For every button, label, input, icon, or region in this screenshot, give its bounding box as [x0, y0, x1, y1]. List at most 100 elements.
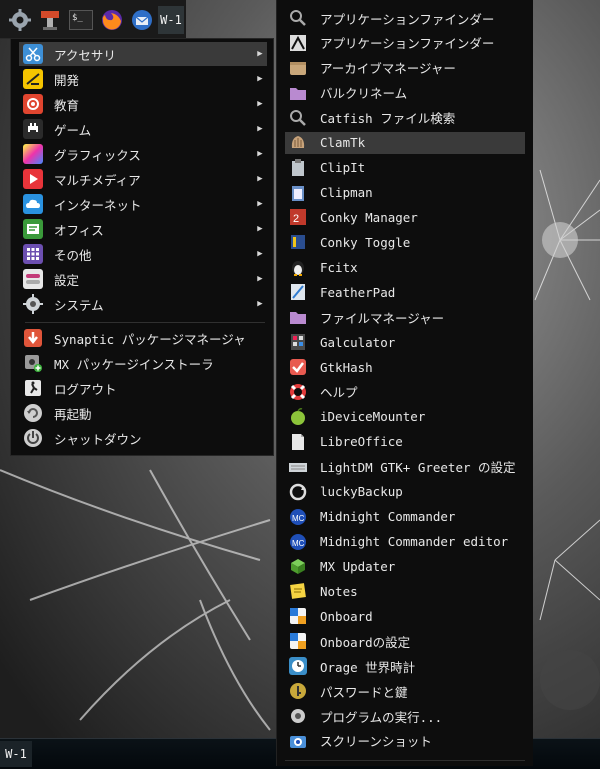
app-finder-icon	[288, 33, 308, 53]
submenu-arrow-icon: ▶	[257, 199, 263, 209]
submenu-item[interactable]: LibreOffice	[285, 431, 525, 453]
submenu-item[interactable]: Clipman	[285, 182, 525, 204]
action-item[interactable]: ログアウト	[19, 376, 267, 400]
system-gear-icon	[23, 294, 43, 314]
run-program-icon	[288, 706, 308, 726]
submenu-item[interactable]: luckyBackup	[285, 481, 525, 503]
backup-icon	[288, 482, 308, 502]
package-installer-launcher[interactable]	[37, 7, 63, 33]
restart-icon	[23, 403, 43, 423]
submenu-item[interactable]: パスワードと鍵	[285, 680, 525, 702]
category-item[interactable]: グラフィックス ▶	[19, 142, 267, 166]
action-item[interactable]: 再起動	[19, 401, 267, 425]
submenu-item-label: GtkHash	[320, 359, 373, 375]
firefox-launcher[interactable]	[99, 7, 125, 33]
archive-icon	[288, 58, 308, 78]
category-label: 開発	[54, 72, 80, 88]
submenu-item-label: プログラムの実行...	[320, 709, 443, 725]
category-item[interactable]: マルチメディア ▶	[19, 167, 267, 191]
submenu-item[interactable]: Fcitx	[285, 256, 525, 278]
submenu-item[interactable]: アーカイブマネージャー	[285, 57, 525, 79]
category-item[interactable]: ゲーム ▶	[19, 117, 267, 141]
submenu-item[interactable]: プログラムの実行...	[285, 705, 525, 727]
submenu-item[interactable]: MC Midnight Commander editor	[285, 531, 525, 553]
submenu-item[interactable]: ファイルマネージャー	[285, 306, 525, 328]
submenu-item[interactable]: GtkHash	[285, 356, 525, 378]
submenu-item[interactable]: MX Updater	[285, 555, 525, 577]
submenu-item[interactable]: ヘルプ	[285, 381, 525, 403]
submenu-item-label: Onboard	[320, 608, 373, 624]
thunderbird-launcher[interactable]	[129, 7, 155, 33]
submenu-item[interactable]: Orage 世界時計	[285, 655, 525, 677]
terminal-launcher[interactable]: $_	[68, 7, 94, 33]
submenu-item[interactable]: バルクリネーム	[285, 82, 525, 104]
submenu-item-label: Midnight Commander	[320, 509, 456, 525]
submenu-item[interactable]: Catfish ファイル検索	[285, 107, 525, 129]
category-item[interactable]: 開発 ▶	[19, 67, 267, 91]
submenu-item[interactable]: Onboard	[285, 605, 525, 627]
submenu-item[interactable]: アプリケーションファインダー	[285, 32, 525, 54]
submenu-item[interactable]: Onboardの設定	[285, 630, 525, 652]
submenu-item-label: ファイルマネージャー	[320, 310, 445, 326]
category-label: インターネット	[54, 197, 142, 213]
category-item[interactable]: 教育 ▶	[19, 92, 267, 116]
category-item[interactable]: インターネット ▶	[19, 192, 267, 216]
thunderbird-icon	[132, 10, 152, 30]
category-label: オフィス	[54, 222, 104, 238]
midnight-commander-icon: MC	[288, 532, 308, 552]
game-icon	[23, 119, 43, 139]
settings-launcher[interactable]	[7, 7, 33, 33]
submenu-item-label: Orage 世界時計	[320, 659, 416, 675]
action-item[interactable]: MX パッケージインストーラ	[19, 351, 267, 375]
submenu-arrow-icon: ▶	[257, 124, 263, 134]
submenu-item-label: アーカイブマネージャー	[320, 61, 456, 77]
svg-text:MC: MC	[292, 514, 305, 523]
submenu-item-label: LightDM GTK+ Greeter の設定	[320, 460, 516, 476]
keyboard-icon	[288, 457, 308, 477]
category-item[interactable]: システム ▶	[19, 292, 267, 316]
submenu-arrow-icon: ▶	[257, 74, 263, 84]
category-item[interactable]: 設定 ▶	[19, 267, 267, 291]
synaptic-icon	[23, 328, 43, 348]
multimedia-icon	[23, 169, 43, 189]
submenu-item[interactable]: ClipIt	[285, 157, 525, 179]
submenu-item[interactable]: Galculator	[285, 331, 525, 353]
submenu-item-label: Clipman	[320, 185, 373, 200]
gear-icon	[9, 9, 31, 31]
cloud-icon	[23, 194, 43, 214]
featherpad-icon	[288, 282, 308, 302]
category-item[interactable]: アクセサリ ▶	[19, 42, 267, 66]
submenu-arrow-icon: ▶	[257, 149, 263, 159]
submenu-item[interactable]: Notes	[285, 580, 525, 602]
notes-icon	[288, 581, 308, 601]
submenu-item[interactable]: LightDM GTK+ Greeter の設定	[285, 456, 525, 478]
submenu-item[interactable]: 2 Conky Manager	[285, 206, 525, 228]
submenu-item-label: スクリーンショット	[320, 734, 432, 750]
submenu-item-label: Notes	[320, 583, 358, 599]
submenu-item[interactable]: iDeviceMounter	[285, 406, 525, 428]
submenu-item[interactable]: FeatherPad	[285, 281, 525, 303]
submenu-item[interactable]: スクリーンショット	[285, 730, 525, 752]
menu-separator	[25, 322, 265, 323]
category-item[interactable]: オフィス ▶	[19, 217, 267, 241]
bottom-workspace-button[interactable]: W-1	[0, 741, 32, 767]
submenu-item[interactable]: Conky Toggle	[285, 231, 525, 253]
terminal-icon: $_	[69, 10, 93, 30]
graphics-icon	[23, 144, 43, 164]
key-icon	[288, 681, 308, 701]
action-label: Synaptic パッケージマネージャ	[54, 331, 246, 347]
submenu-item[interactable]: アプリケーションファインダー	[285, 7, 525, 29]
category-label: その他	[54, 247, 92, 263]
submenu-item[interactable]: MC Midnight Commander	[285, 506, 525, 528]
workspace-button[interactable]: W-1	[158, 6, 184, 34]
catfish-search-icon	[288, 108, 308, 128]
submenu-item-label: パスワードと鍵	[320, 684, 408, 700]
category-item[interactable]: その他 ▶	[19, 242, 267, 266]
action-item[interactable]: Synaptic パッケージマネージャ	[19, 326, 267, 350]
category-label: 設定	[54, 272, 80, 288]
development-icon	[23, 69, 43, 89]
submenu-item[interactable]: ClamTk	[285, 131, 525, 154]
shutdown-icon	[23, 428, 43, 448]
action-item[interactable]: シャットダウン	[19, 426, 267, 450]
penguin-icon	[288, 257, 308, 277]
